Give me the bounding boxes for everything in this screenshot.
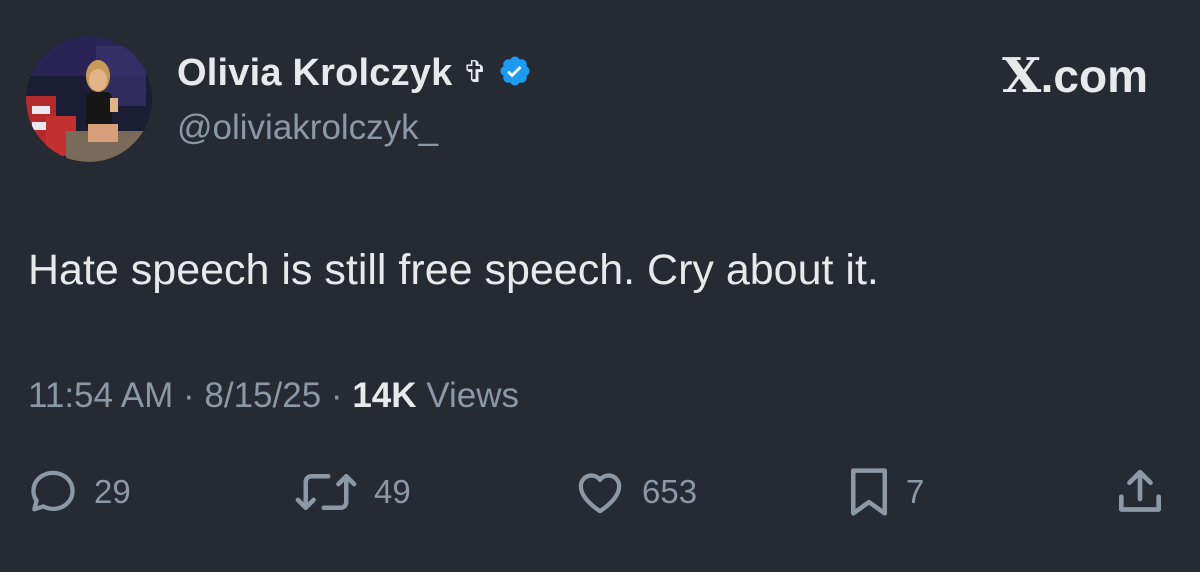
cross-emoji: ✞ xyxy=(462,55,488,90)
reply-icon xyxy=(26,465,80,519)
avatar[interactable] xyxy=(26,36,152,162)
bookmark-icon xyxy=(846,465,892,519)
share-icon xyxy=(1112,464,1168,520)
heart-icon xyxy=(572,465,628,519)
tweet-date[interactable]: 8/15/25 xyxy=(204,376,321,415)
bookmark-count: 7 xyxy=(906,473,925,510)
tweet-card: Olivia Krolczyk ✞ @oliviakrolczyk_ X .com… xyxy=(0,0,1200,572)
reply-button[interactable]: 29 xyxy=(26,462,131,522)
name-row: Olivia Krolczyk ✞ xyxy=(177,50,532,96)
reply-count: 29 xyxy=(94,473,131,510)
tweet-time[interactable]: 11:54 AM xyxy=(28,376,173,415)
x-logo-icon: X xyxy=(1002,48,1042,104)
verified-badge-icon[interactable] xyxy=(498,54,532,93)
tweet-text: Hate speech is still free speech. Cry ab… xyxy=(28,246,879,294)
x-com-logo: X .com xyxy=(1002,48,1148,104)
share-button[interactable] xyxy=(1112,462,1168,522)
views-count: 14K xyxy=(352,376,417,415)
display-name[interactable]: Olivia Krolczyk xyxy=(177,52,452,95)
avatar-photo xyxy=(26,36,152,162)
views-label: Views xyxy=(426,376,519,415)
meta-separator: · xyxy=(183,376,195,415)
retweet-button[interactable]: 49 xyxy=(292,462,411,522)
site-label: .com xyxy=(1040,50,1148,102)
tweet-meta: 11:54 AM · 8/15/25 · 14K Views xyxy=(28,376,519,416)
action-bar: 29 49 653 7 xyxy=(0,462,1200,522)
bookmark-button[interactable]: 7 xyxy=(846,462,924,522)
like-count: 653 xyxy=(642,473,698,510)
meta-separator: · xyxy=(330,376,343,415)
like-button[interactable]: 653 xyxy=(572,462,697,522)
user-handle[interactable]: @oliviakrolczyk_ xyxy=(177,108,438,148)
retweet-count: 49 xyxy=(374,473,411,510)
retweet-icon xyxy=(292,465,360,519)
